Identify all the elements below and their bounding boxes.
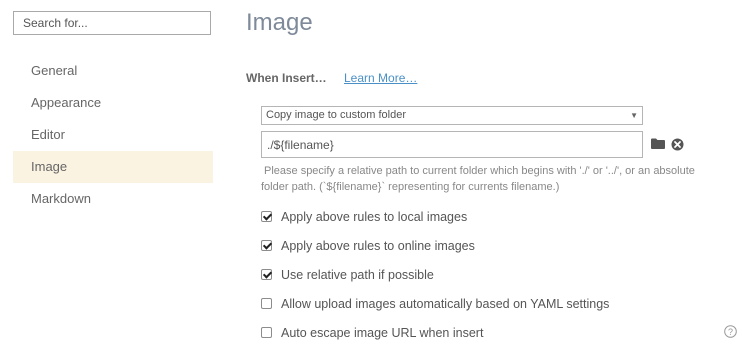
- auto-escape-checkbox[interactable]: [261, 327, 272, 338]
- search-input[interactable]: [13, 11, 211, 35]
- relative-path-label: Use relative path if possible: [281, 268, 434, 282]
- sidebar-item-image[interactable]: Image: [13, 151, 213, 183]
- folder-icon[interactable]: [651, 138, 665, 149]
- auto-upload-checkbox[interactable]: [261, 298, 272, 309]
- online-images-label: Apply above rules to online images: [281, 239, 475, 253]
- page-title: Image: [246, 9, 313, 36]
- sidebar: General Appearance Editor Image Markdown: [0, 0, 226, 359]
- chevron-down-icon: ▼: [630, 111, 638, 120]
- sidebar-item-appearance[interactable]: Appearance: [13, 87, 213, 119]
- clear-icon[interactable]: [671, 138, 684, 151]
- auto-escape-label: Auto escape image URL when insert: [281, 326, 484, 340]
- relative-path-checkbox[interactable]: [261, 269, 272, 280]
- insert-action-value: Copy image to custom folder: [266, 109, 407, 121]
- local-images-checkbox[interactable]: [261, 211, 272, 222]
- path-input[interactable]: [261, 131, 643, 158]
- when-insert-label: When Insert…: [246, 71, 327, 85]
- svg-text:?: ?: [728, 327, 733, 337]
- sidebar-item-general[interactable]: General: [13, 55, 213, 87]
- path-help-text: Please specify a relative path to curren…: [261, 165, 695, 193]
- local-images-label: Apply above rules to local images: [281, 210, 468, 224]
- learn-more-link[interactable]: Learn More…: [344, 71, 417, 85]
- settings-panel: Image When Insert… Learn More… Copy imag…: [246, 0, 742, 359]
- sidebar-item-editor[interactable]: Editor: [13, 119, 213, 151]
- auto-upload-label: Allow upload images automatically based …: [281, 297, 610, 311]
- insert-action-select[interactable]: Copy image to custom folder ▼: [261, 106, 643, 125]
- online-images-checkbox[interactable]: [261, 240, 272, 251]
- help-icon[interactable]: ?: [724, 325, 737, 338]
- sidebar-item-markdown[interactable]: Markdown: [13, 183, 213, 215]
